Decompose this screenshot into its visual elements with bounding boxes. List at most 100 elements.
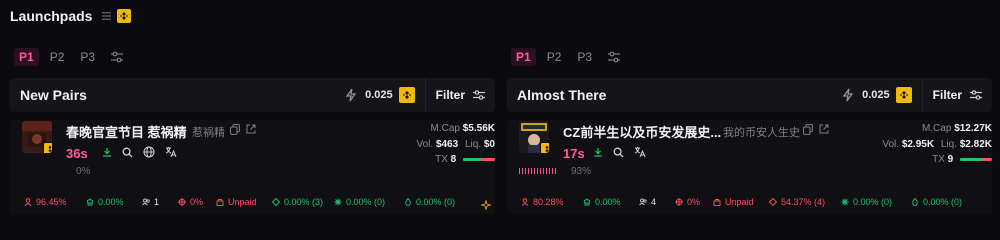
progress-tick	[531, 168, 532, 174]
translate-icon[interactable]	[165, 146, 177, 158]
lightning-icon	[842, 88, 854, 102]
filter-button[interactable]: Filter	[426, 88, 495, 102]
bundle-icon	[334, 198, 342, 206]
token-age: 17s	[563, 146, 585, 161]
bundle-icon	[841, 198, 849, 206]
chef-hat-icon	[86, 198, 94, 206]
panel-title: New Pairs	[20, 87, 87, 103]
page-selector: P1 P2 P3	[507, 42, 992, 72]
token-metrics: 96.45% 0.00% 1 0% Unpaid 0.00% (3) 0.00%…	[24, 197, 466, 207]
progress-tick	[519, 168, 520, 174]
users-icon	[639, 198, 647, 206]
globe-icon[interactable]	[143, 146, 155, 158]
progress-tick	[528, 168, 529, 174]
tx-count: 8	[450, 154, 457, 165]
panel-title: Almost There	[517, 87, 607, 103]
settings-sliders-icon[interactable]	[110, 51, 124, 63]
tx-buy-sell-bar	[463, 157, 495, 161]
liquidity-value: $0	[483, 139, 495, 150]
page-tab-p1[interactable]: P1	[14, 48, 39, 66]
settings-sliders-icon[interactable]	[607, 51, 621, 63]
mcap-value: $5.56K	[462, 123, 495, 134]
download-icon[interactable]	[593, 147, 603, 157]
panel-header: Almost There 0.025 Filter	[507, 78, 992, 112]
search-icon[interactable]	[122, 147, 133, 158]
filter-label: Filter	[435, 88, 465, 102]
crosshair-icon	[675, 198, 683, 206]
bonding-progress-text: 93%	[571, 166, 592, 177]
top10-holders-metric: 96.45%	[24, 197, 86, 207]
page-tab-p3[interactable]: P3	[572, 48, 597, 66]
tx-label: TX	[932, 154, 945, 165]
progress-tick	[525, 168, 526, 174]
almost-there-panel: P1 P2 P3 Almost There 0.025 Filter CZ前半生…	[507, 42, 992, 214]
token-actions	[102, 146, 177, 158]
token-name[interactable]: CZ前半生以及币安发展史...	[563, 122, 721, 141]
sparkle-icon[interactable]	[481, 200, 491, 210]
volume-label: Vol.	[416, 139, 434, 150]
volume-label: Vol.	[882, 139, 900, 150]
flame-icon	[912, 198, 918, 206]
page-title: Launchpads	[10, 8, 93, 24]
copy-icon[interactable]	[230, 124, 240, 135]
lp-burned-metric: 0.00% (0)	[911, 197, 973, 207]
download-icon[interactable]	[102, 147, 112, 157]
token-card[interactable]: CZ前半生以及币安发展史... 我的币安人生史 17s 93% M.Cap $1…	[507, 120, 992, 214]
bnb-chain-icon	[43, 142, 52, 153]
snipers-metric: 0%	[675, 197, 713, 207]
progress-tick	[540, 168, 541, 174]
token-name[interactable]: 春晚官宣节目 惹祸精	[66, 122, 187, 141]
token-avatar[interactable]	[22, 121, 52, 153]
user-icon	[24, 198, 32, 206]
dev-holding-metric: 0.00%	[86, 197, 142, 207]
search-icon[interactable]	[613, 147, 624, 158]
new-pairs-panel: P1 P2 P3 New Pairs 0.025 Filter 春晚官宣节目 惹…	[10, 42, 495, 214]
token-metrics: 80.28% 0.00% 4 0% Unpaid 54.37% (4) 0.00…	[521, 197, 973, 207]
page-tab-p2[interactable]: P2	[45, 48, 70, 66]
volume-value: $463	[435, 139, 459, 150]
token-age: 36s	[66, 146, 88, 161]
filter-button[interactable]: Filter	[923, 88, 992, 102]
progress-tick	[534, 168, 535, 174]
external-link-icon[interactable]	[246, 124, 256, 134]
crosshair-icon	[178, 198, 186, 206]
progress-tick	[522, 168, 523, 174]
chef-hat-icon	[583, 198, 591, 206]
liquidity-label: Liq.	[940, 139, 957, 150]
list-icon[interactable]	[102, 12, 112, 20]
bundlers-metric: 0.00% (0)	[841, 197, 911, 207]
user-icon	[521, 198, 529, 206]
bnb-icon	[398, 87, 415, 103]
dex-icon	[216, 199, 224, 206]
bnb-chain-icon[interactable]	[117, 9, 132, 23]
dex-paid-metric: Unpaid	[713, 197, 769, 207]
quick-buy-amount[interactable]: 0.025	[862, 89, 890, 101]
volume-value: $2.95K	[901, 139, 935, 150]
insiders-metric: 0.00% (3)	[272, 197, 334, 207]
tx-label: TX	[435, 154, 448, 165]
mcap-label: M.Cap	[430, 123, 460, 134]
holders-metric: 1	[142, 197, 178, 207]
token-card[interactable]: 春晚官宣节目 惹祸精 惹祸精 36s 0% M.Cap $5.56K Vol. …	[10, 120, 495, 214]
external-link-icon[interactable]	[819, 124, 829, 134]
bonding-progress-text: 0%	[76, 166, 91, 177]
page-tab-p2[interactable]: P2	[542, 48, 567, 66]
token-symbol: 惹祸精	[192, 127, 225, 139]
copy-icon[interactable]	[803, 124, 813, 135]
token-symbol: 我的币安人生史	[723, 127, 800, 139]
progress-tick	[549, 168, 550, 174]
mcap-value: $12.27K	[954, 123, 992, 134]
token-actions	[593, 146, 646, 158]
page-tab-p3[interactable]: P3	[75, 48, 100, 66]
token-avatar[interactable]	[519, 121, 549, 153]
insider-icon	[769, 198, 777, 206]
quick-buy-amount[interactable]: 0.025	[365, 89, 393, 101]
progress-tick	[555, 168, 556, 174]
dev-holding-metric: 0.00%	[583, 197, 639, 207]
translate-icon[interactable]	[634, 146, 646, 158]
tx-buy-fill	[960, 157, 981, 161]
lightning-icon	[345, 88, 357, 102]
page-tab-p1[interactable]: P1	[511, 48, 536, 66]
flame-icon	[405, 198, 411, 206]
progress-tick	[537, 168, 538, 174]
